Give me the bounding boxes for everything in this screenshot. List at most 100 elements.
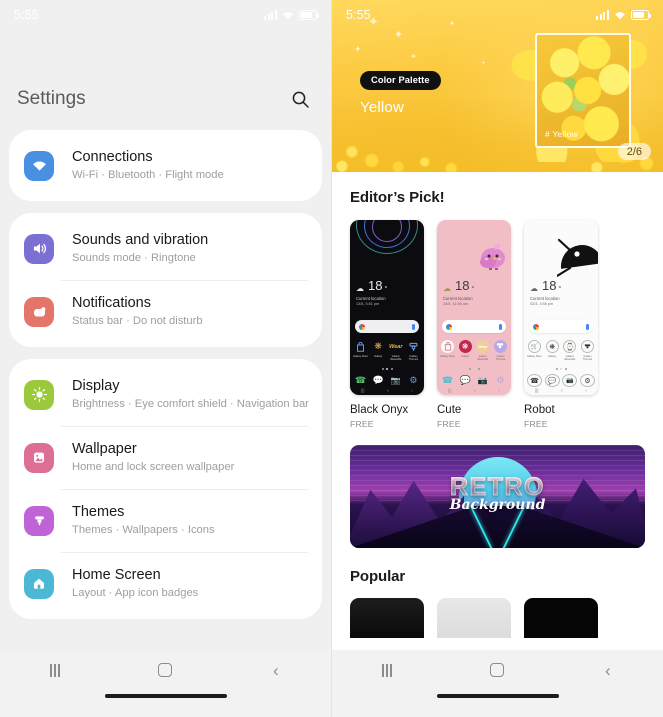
theme-preview-thumbnail[interactable]: ☁ 18 ° Current location 52/3, 3:56 pm 🛒 Gal… [524,220,598,395]
app-icon-grid: 🛒 Galaxy Store ❋ Galaxy ⌚ Galaxy Wearable G… [527,340,595,361]
app-icon-galaxy-store: 🛒 Galaxy Store [527,340,542,361]
settings-item-title: Notifications [72,295,151,311]
status-badge: Color Palette [360,70,441,90]
theme-name: Cute [437,404,462,416]
gesture-bar-area-right [332,690,663,717]
weather-location: Current location [443,295,473,301]
app-icon-galaxy-themes: Galaxy Themes [406,340,421,361]
google-search-bar [442,320,506,333]
home-button-icon[interactable] [142,655,188,685]
battery-icon [631,10,651,20]
settings-item-subtitle: Sounds mode · Ringtone [72,252,196,264]
google-g-icon [446,323,452,330]
google-g-icon [533,323,539,330]
settings-group-connections: Connections Wi-Fi · Bluetooth · Flight m… [9,130,322,201]
page-title: Settings [17,88,86,109]
home-icon [24,568,54,599]
page-dots [524,368,598,370]
hashtag-label: # Yellow [545,129,578,139]
speaker-icon [24,233,54,264]
settings-group-sound-notifications: Sounds and vibration Sounds mode · Ringt… [9,213,322,347]
home-button-icon[interactable] [474,655,520,685]
status-bar-time: 5:55 [346,8,371,22]
system-navigation-bar-left[interactable]: ‹ [0,650,331,690]
weather-widget: ☁ 18 ° Current location 52/3, 3:56 pm [530,278,561,306]
theme-preview-thumbnail[interactable]: ☁ 18 ° Current location 13/5, 5:51 pm Gala… [350,220,424,395]
ring-decoration [354,220,420,254]
status-bar-icons [263,10,319,20]
gesture-handle[interactable] [104,694,227,698]
sidebar-item-wallpaper[interactable]: Wallpaper Home and lock screen wallpaper [9,426,322,489]
settings-item-title: Display [72,378,120,394]
brightness-icon [24,379,54,410]
page-dots [437,368,511,370]
theme-preview-thumbnail[interactable]: ☁ 18 ° Current location 24/5, 11:56 am Gal… [437,220,511,395]
popular-theme-thumbnail[interactable] [437,598,511,638]
theme-card-black-onyx[interactable]: ☁ 18 ° Current location 13/5, 5:51 pm Gala… [350,220,424,429]
color-palette-hero-banner[interactable]: ✦ ✦ ✦ ✦ ● ● 5:55 # Yellow Color Palette … [332,0,663,172]
temperature-value: ☁ 18 ° [356,278,388,293]
google-search-bar [355,320,419,333]
popular-theme-thumbnail[interactable] [350,598,424,638]
theme-price: FREE [437,419,461,429]
theme-price: FREE [524,419,548,429]
mic-icon [412,323,415,330]
sidebar-item-themes[interactable]: Themes Themes · Wallpapers · Icons [9,489,322,552]
sidebar-item-connections[interactable]: Connections Wi-Fi · Bluetooth · Flight m… [9,134,322,197]
mic-icon [499,323,502,330]
battery-icon [299,10,319,20]
promo-subtitle: Background [449,497,546,513]
hero-color-name: Yellow [360,98,405,116]
sidebar-item-notifications[interactable]: Notifications Status bar · Do not distur… [9,280,322,343]
back-button-icon[interactable]: ‹ [585,655,631,685]
search-icon[interactable] [288,87,312,111]
retro-background-promo-banner[interactable]: RETRO Background [350,445,645,548]
popular-theme-thumbnail[interactable] [524,598,598,638]
weather-datetime: 13/5, 5:51 pm [356,302,380,306]
signal-icon [263,10,277,20]
settings-item-subtitle: Layout · App icon badges [72,587,199,599]
gesture-bar-area-left [0,690,331,717]
recent-apps-icon[interactable] [32,655,78,685]
theme-card-robot[interactable]: ☁ 18 ° Current location 52/3, 3:56 pm 🛒 Gal… [524,220,598,429]
promo-banner-wrapper: RETRO Background [332,429,663,548]
google-g-icon [359,323,365,330]
settings-item-subtitle: Themes · Wallpapers · Icons [72,524,215,536]
section-title-popular: Popular [350,568,406,585]
recent-apps-icon[interactable] [364,655,410,685]
settings-list[interactable]: Connections Wi-Fi · Bluetooth · Flight m… [0,130,331,650]
theme-price: FREE [350,419,374,429]
wifi-icon [614,11,626,20]
app-icon-galaxy-store: Galaxy Store [353,340,368,361]
status-bar-icons [595,10,651,20]
sidebar-item-home-screen[interactable]: Home Screen Layout · App icon badges [9,552,322,615]
theme-store-phone-screen: ✦ ✦ ✦ ✦ ● ● 5:55 # Yellow Color Palette … [332,0,663,717]
image-icon [24,442,54,473]
temperature-value: ☁ 18 ° [530,278,562,293]
flower-photo-card: # Yellow [535,33,631,148]
status-bar-time: 5:55 [14,8,39,22]
app-icon-galaxy-wearable: ⌚ Galaxy Wearable [562,340,577,361]
settings-group-display: Display Brightness · Eye comfort shield … [9,359,322,619]
gesture-handle[interactable] [436,694,559,698]
app-icon-galaxy-store: Galaxy Store [440,340,455,361]
weather-widget: ☁ 18 ° Current location 24/5, 11:56 am [443,278,474,306]
back-button-icon[interactable]: ‹ [253,655,299,685]
sidebar-item-display[interactable]: Display Brightness · Eye comfort shield … [9,363,322,426]
app-icon-galaxy-themes: Galaxy Themes [580,340,595,361]
system-navigation-bar-right[interactable]: ‹ [332,650,663,690]
settings-item-subtitle: Home and lock screen wallpaper [72,461,235,473]
theme-card-cute[interactable]: ☁ 18 ° Current location 24/5, 11:56 am Gal… [437,220,511,429]
sidebar-item-sounds-and-vibration[interactable]: Sounds and vibration Sounds mode · Ringt… [9,217,322,280]
weather-widget: ☁ 18 ° Current location 13/5, 5:51 pm [356,278,387,306]
app-icon-galaxy-wearable: Wear Galaxy Wearable [389,343,403,361]
notification-icon [24,296,54,327]
editors-pick-theme-row: ☁ 18 ° Current location 13/5, 5:51 pm Gala… [332,206,663,429]
status-bar-right: 5:55 [332,0,663,30]
popular-theme-row [332,585,663,638]
carousel-page-indicator: 2/6 [617,143,651,160]
app-icon-galaxy: ❋ Galaxy [545,340,560,361]
app-icon-grid: Galaxy Store ❋ Galaxy Wear Galaxy Wearable… [353,340,421,361]
weather-datetime: 24/5, 11:56 am [443,302,469,306]
settings-phone-screen: 5:55 Settings Connections Wi-Fi · Blueto… [0,0,332,717]
